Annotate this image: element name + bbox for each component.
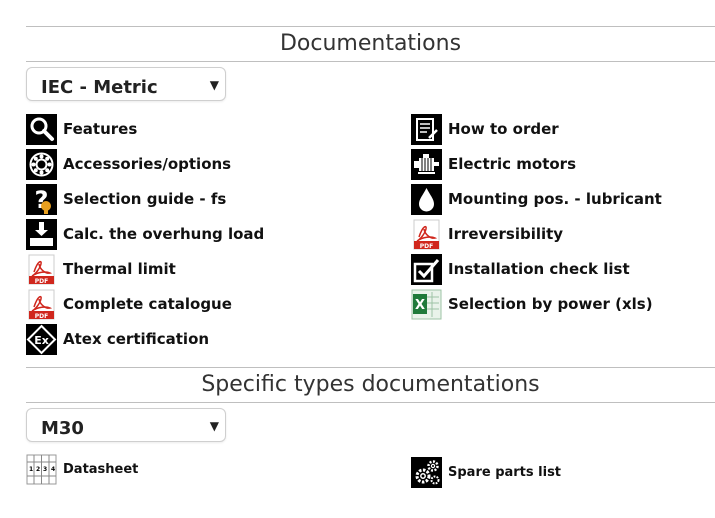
oil-drop-icon [411,183,442,215]
specific-types-title: Specific types documentations [26,367,715,403]
doc-link-label: Accessories/options [63,155,232,173]
doc-link-how-to-order[interactable]: How to order [411,113,559,145]
doc-link-label: Features [63,120,138,138]
chevron-down-icon: ▼ [209,78,219,92]
doc-link-selection-guide[interactable]: ? Selection guide - fs [26,183,226,215]
order-form-icon [411,113,442,145]
doc-link-features[interactable]: Features [26,113,137,145]
doc-link-complete-catalogue[interactable]: PDF Complete catalogue [26,288,232,320]
doc-link-label: Atex certification [63,330,210,348]
doc-link-label: Electric motors [448,155,577,173]
doc-link-label: How to order [448,120,559,138]
documentations-title: Documentations [26,26,715,62]
svg-text:Ex: Ex [34,334,49,347]
svg-text:PDF: PDF [420,243,433,250]
doc-link-label: Installation check list [448,260,630,278]
doc-link-accessories[interactable]: Accessories/options [26,148,231,180]
gears-icon [411,456,442,488]
overhung-load-icon [26,218,57,250]
question-icon: ? [26,183,57,215]
pdf-icon: PDF [411,219,442,250]
svg-text:2: 2 [36,466,40,473]
doc-link-spare-parts[interactable]: Spare parts list [411,456,561,488]
doc-link-label: Selection by power (xls) [448,295,653,313]
atex-icon: Ex [26,323,57,355]
checklist-icon [411,253,442,285]
svg-text:PDF: PDF [35,278,48,285]
doc-link-label: Datasheet [63,461,139,477]
doc-link-label: Irreversibility [448,225,564,243]
doc-link-installation-checklist[interactable]: Installation check list [411,253,630,285]
doc-link-datasheet[interactable]: 1234 Datasheet [26,453,138,485]
excel-icon: X [411,289,442,320]
datasheet-icon: 1234 [26,454,57,485]
pdf-icon: PDF [26,289,57,320]
doc-link-electric-motors[interactable]: Electric motors [411,148,576,180]
magnifier-icon [26,113,57,145]
svg-text:PDF: PDF [35,313,48,320]
doc-link-overhung-load[interactable]: Calc. the overhung load [26,218,264,250]
svg-text:X: X [415,298,425,313]
bearing-icon [26,148,57,180]
electric-motor-icon [411,148,442,180]
svg-text:4: 4 [51,466,55,473]
doc-link-label: Spare parts list [448,464,562,480]
type-select[interactable]: M30 ▼ [26,408,226,442]
units-select[interactable]: IEC - Metric ▼ [26,67,226,101]
svg-text:1: 1 [29,466,33,473]
doc-link-mounting-lubricant[interactable]: Mounting pos. - lubricant [411,183,662,215]
chevron-down-icon: ▼ [209,419,219,433]
doc-link-irreversibility[interactable]: PDF Irreversibility [411,218,563,250]
svg-text:3: 3 [43,466,47,473]
doc-link-label: Mounting pos. - lubricant [448,190,662,208]
doc-link-atex[interactable]: Ex Atex certification [26,323,209,355]
doc-link-label: Calc. the overhung load [63,225,265,243]
doc-link-label: Complete catalogue [63,295,232,313]
pdf-icon: PDF [26,254,57,285]
type-select-value: M30 [41,418,84,439]
doc-link-thermal-limit[interactable]: PDF Thermal limit [26,253,176,285]
doc-link-label: Thermal limit [63,260,176,278]
doc-link-selection-by-power[interactable]: X Selection by power (xls) [411,288,653,320]
doc-link-label: Selection guide - fs [63,190,227,208]
units-select-value: IEC - Metric [41,77,158,98]
